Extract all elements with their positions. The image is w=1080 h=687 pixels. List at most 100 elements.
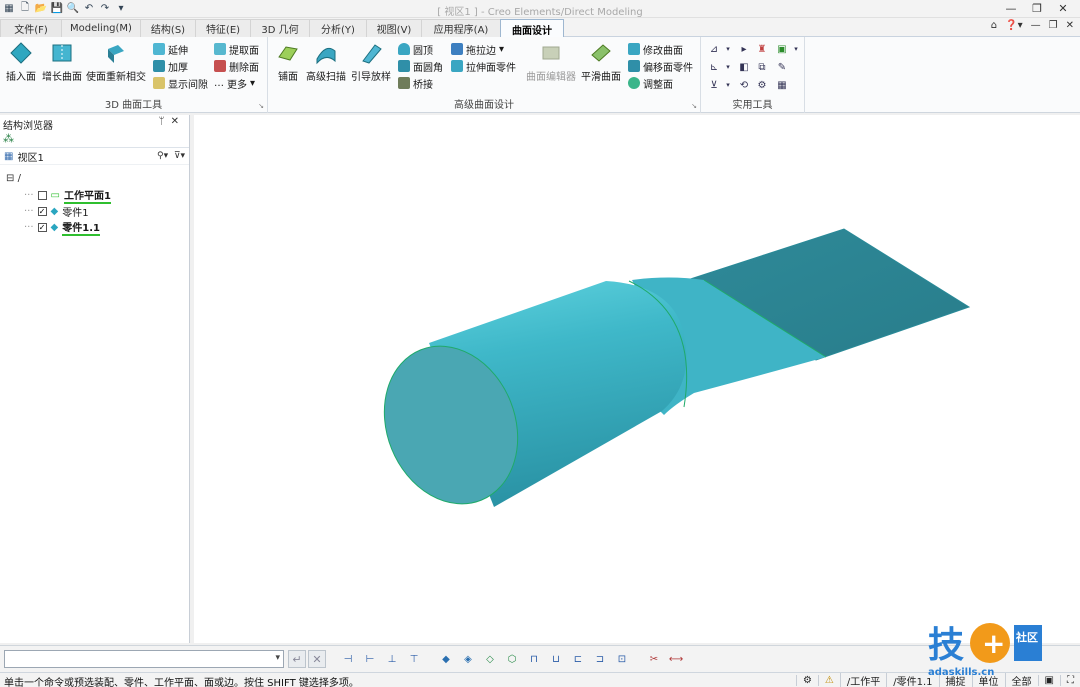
collapse-ribbon-icon[interactable]: ⌂ [991, 20, 997, 31]
spin-tool-icon[interactable]: ⟲ [737, 78, 751, 92]
surface-editor-button[interactable]: 曲面编辑器 [526, 41, 576, 83]
3d-viewport[interactable] [194, 115, 1080, 643]
extract-face-button[interactable]: 提取面 [214, 41, 259, 57]
tab-applications[interactable]: 应用程序(A) [421, 19, 501, 37]
insert-face-button[interactable]: 插入面 [6, 41, 36, 83]
drag-edge-button[interactable]: 拖拉边 ▾ [451, 41, 504, 57]
adjust-face-button[interactable]: 调整面 [628, 75, 673, 91]
watermark-logo-mark: 技 + 社区 adaskills.cn [928, 623, 1042, 678]
tab-analysis[interactable]: 分析(Y) [309, 19, 367, 37]
thicken-button[interactable]: 加厚 [153, 58, 188, 74]
status-bar: 单击一个命令或预选装配、零件、工作平面、面或边。按住 SHIFT 键选择多项。 … [0, 672, 1080, 687]
plane-xy-icon[interactable]: ⊓ [526, 651, 542, 667]
settings-tool-icon[interactable]: ⚙ [755, 78, 769, 92]
visibility-checkbox[interactable]: ✓ [37, 206, 47, 216]
bridge-button[interactable]: 桥接 [398, 75, 433, 91]
curve-tool-icon[interactable]: ⊿ [707, 42, 721, 56]
hidden-line-icon[interactable]: ◇ [482, 651, 498, 667]
binoculars-icon[interactable]: ⚲▾ [157, 151, 168, 161]
dome-button[interactable]: 圆顶 [398, 41, 433, 57]
reintersect-face-button[interactable]: 使面重新相交 [86, 41, 146, 83]
edit-tool-icon[interactable]: ✎ [775, 60, 789, 74]
tree-item-part1[interactable]: ··· ✓ ◆ 零件1 [24, 204, 89, 219]
stretch-face-part-button[interactable]: 拉伸面零件 [451, 58, 516, 74]
measure-distance-icon[interactable]: ⟷ [668, 651, 684, 667]
view-front-icon[interactable]: ⊣ [340, 651, 356, 667]
plane-yz-icon[interactable]: ⊔ [548, 651, 564, 667]
grow-surface-button[interactable]: 增长曲面 [42, 41, 82, 83]
wireframe-icon[interactable]: ⬡ [504, 651, 520, 667]
dialog-launcher-icon[interactable]: ↘ [691, 102, 697, 110]
snap-settings-icon[interactable]: ⚙ [795, 675, 818, 686]
modify-surface-button[interactable]: 修改曲面 [628, 41, 683, 57]
smooth-surface-button[interactable]: 平滑曲面 [581, 41, 621, 83]
show-gap-button[interactable]: 显示间隙 [153, 75, 208, 91]
face-fillet-button[interactable]: 面圆角 [398, 58, 443, 74]
chevron-down-icon[interactable]: ▾ [721, 60, 735, 74]
component-tool-icon[interactable]: ♜ [755, 42, 769, 56]
shaded-view-icon[interactable]: ◆ [438, 651, 454, 667]
tab-feature[interactable]: 特征(E) [195, 19, 251, 37]
advanced-sweep-button[interactable]: 高级扫描 [306, 41, 346, 83]
view-back-icon[interactable]: ⊢ [362, 651, 378, 667]
tree-tab[interactable]: ⁂ [0, 132, 189, 148]
plane-auto-icon[interactable]: ⊡ [614, 651, 630, 667]
chevron-down-icon[interactable]: ▾ [789, 42, 803, 56]
status-workplane[interactable]: /工作平 [839, 673, 886, 687]
extend-button[interactable]: 延伸 [153, 41, 188, 57]
measure-tool-icon[interactable]: ⊻ [707, 78, 721, 92]
calculator-tool-icon[interactable]: ▦ [775, 78, 789, 92]
view-label: 视区1 [17, 152, 44, 164]
plane-custom-icon[interactable]: ⊐ [592, 651, 608, 667]
tab-view[interactable]: 视图(V) [366, 19, 422, 37]
visibility-checkbox[interactable] [37, 190, 47, 200]
offset-face-part-button[interactable]: 偏移面零件 [628, 58, 693, 74]
doc-minimize-icon[interactable]: — [1031, 20, 1041, 31]
command-input[interactable]: ▾ [4, 650, 284, 668]
help-icon[interactable]: ❓▾ [1005, 20, 1022, 31]
shaded-edges-icon[interactable]: ◈ [460, 651, 476, 667]
tab-modeling[interactable]: Modeling(M) [61, 19, 141, 37]
chevron-down-icon[interactable]: ▾ [275, 653, 280, 663]
axis-tool-icon[interactable]: ⊾ [707, 60, 721, 74]
cancel-button[interactable]: ✕ [308, 650, 326, 668]
visibility-checkbox[interactable]: ✓ [37, 222, 47, 232]
view-row[interactable]: ▦ 视区1 ⚲▾ ⊽▾ [0, 148, 189, 165]
doc-close-icon[interactable]: ✕ [1066, 20, 1074, 31]
pointer-tool-icon[interactable]: ▸ [737, 42, 751, 56]
tree-item-workplane[interactable]: ··· ▭ 工作平面1 [24, 187, 111, 204]
view-right-icon[interactable]: ⊤ [406, 651, 422, 667]
chevron-down-icon[interactable]: ▾ [721, 78, 735, 92]
pin-icon[interactable]: ᛘ [159, 116, 171, 127]
tab-file[interactable]: 文件(F) [0, 19, 62, 37]
chevron-down-icon[interactable]: ▾ [721, 42, 735, 56]
guided-loft-button[interactable]: 引导放样 [351, 41, 391, 83]
frame-tool-icon[interactable]: ▣ [775, 42, 789, 56]
view-left-icon[interactable]: ⊥ [384, 651, 400, 667]
tab-structure[interactable]: 结构(S) [140, 19, 196, 37]
patch-button[interactable]: 铺面 [276, 41, 300, 83]
enter-button[interactable]: ↵ [288, 650, 306, 668]
tree-root[interactable]: ⊟ / [6, 173, 21, 184]
restore-icon[interactable]: ❐ [1024, 0, 1050, 16]
filter-icon[interactable]: ⊽▾ [174, 151, 185, 161]
tab-surface-design[interactable]: 曲面设计 [500, 19, 564, 38]
clip-plane-icon[interactable]: ✂ [646, 651, 662, 667]
dialog-launcher-icon[interactable]: ↘ [258, 102, 264, 110]
smooth-surface-icon [591, 44, 611, 62]
tree-item-part1-1[interactable]: ··· ✓ ◆ 零件1.1 [24, 220, 100, 236]
delete-face-button[interactable]: 删除面 [214, 58, 259, 74]
minimize-icon[interactable]: — [998, 0, 1024, 16]
tree-structure-icon: ⁂ [3, 132, 14, 145]
more-button[interactable]: … 更多 ▾ [214, 75, 255, 91]
copy-tool-icon[interactable]: ⧉ [755, 60, 769, 74]
tab-3d-geometry[interactable]: 3D 几何 [250, 19, 310, 37]
plane-xz-icon[interactable]: ⊏ [570, 651, 586, 667]
close-icon[interactable]: ✕ [171, 116, 185, 127]
warning-icon[interactable]: ⚠ [817, 675, 840, 686]
tree-item-label: 工作平面1 [64, 187, 111, 204]
doc-restore-icon[interactable]: ❐ [1049, 20, 1058, 31]
section-tool-icon[interactable]: ◧ [737, 60, 751, 74]
structure-browser-header: 结构浏览器 ᛘ✕ [0, 115, 189, 132]
close-icon[interactable]: ✕ [1050, 0, 1076, 16]
